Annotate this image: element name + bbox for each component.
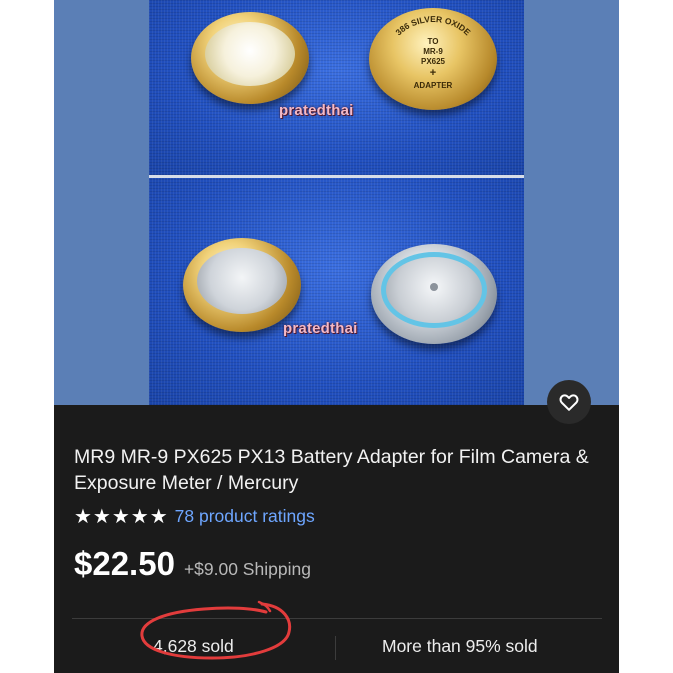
listing-card: 386 SILVER OXIDE TO MR-9 PX625 + ADAPTER… [54, 0, 619, 673]
price: $22.50 [74, 545, 175, 582]
sold-count: 4,628 sold [153, 636, 234, 656]
price-row: $22.50 +$9.00 Shipping [74, 545, 311, 585]
svg-text:386 SILVER OXIDE: 386 SILVER OXIDE [393, 14, 472, 38]
adapter-lid-engraving: 386 SILVER OXIDE TO MR-9 PX625 + ADAPTER [393, 14, 472, 90]
silver-oxide-battery [371, 244, 497, 344]
heart-icon [559, 394, 579, 411]
svg-text:+: + [430, 67, 436, 79]
sold-percentage: More than 95% sold [382, 636, 538, 656]
shipping-cost: +$9.00 Shipping [183, 559, 311, 579]
product-photo-bottom[interactable]: pratedthai [149, 178, 524, 405]
gold-adapter-lid: 386 SILVER OXIDE TO MR-9 PX625 + ADAPTER [369, 8, 497, 110]
favorite-button[interactable] [547, 380, 591, 424]
svg-text:TO: TO [428, 37, 439, 46]
stats-separator [335, 636, 336, 660]
svg-text:PX625: PX625 [421, 57, 446, 66]
watermark: pratedthai [279, 102, 354, 119]
svg-text:MR-9: MR-9 [423, 47, 443, 56]
watermark: pratedthai [283, 320, 358, 337]
gold-adapter-with-battery [183, 238, 301, 332]
svg-text:ADAPTER: ADAPTER [414, 81, 453, 90]
product-photo-top[interactable]: 386 SILVER OXIDE TO MR-9 PX625 + ADAPTER… [149, 0, 524, 175]
image-gallery[interactable]: 386 SILVER OXIDE TO MR-9 PX625 + ADAPTER… [54, 0, 619, 405]
divider [72, 618, 602, 619]
star-rating-icon: ★★★★★ [74, 505, 169, 528]
gold-adapter-cup [191, 12, 309, 104]
product-ratings-link[interactable]: 78 product ratings [175, 506, 315, 527]
rating-row[interactable]: ★★★★★ 78 product ratings [74, 505, 315, 528]
listing-title: MR9 MR-9 PX625 PX13 Battery Adapter for … [74, 446, 589, 494]
